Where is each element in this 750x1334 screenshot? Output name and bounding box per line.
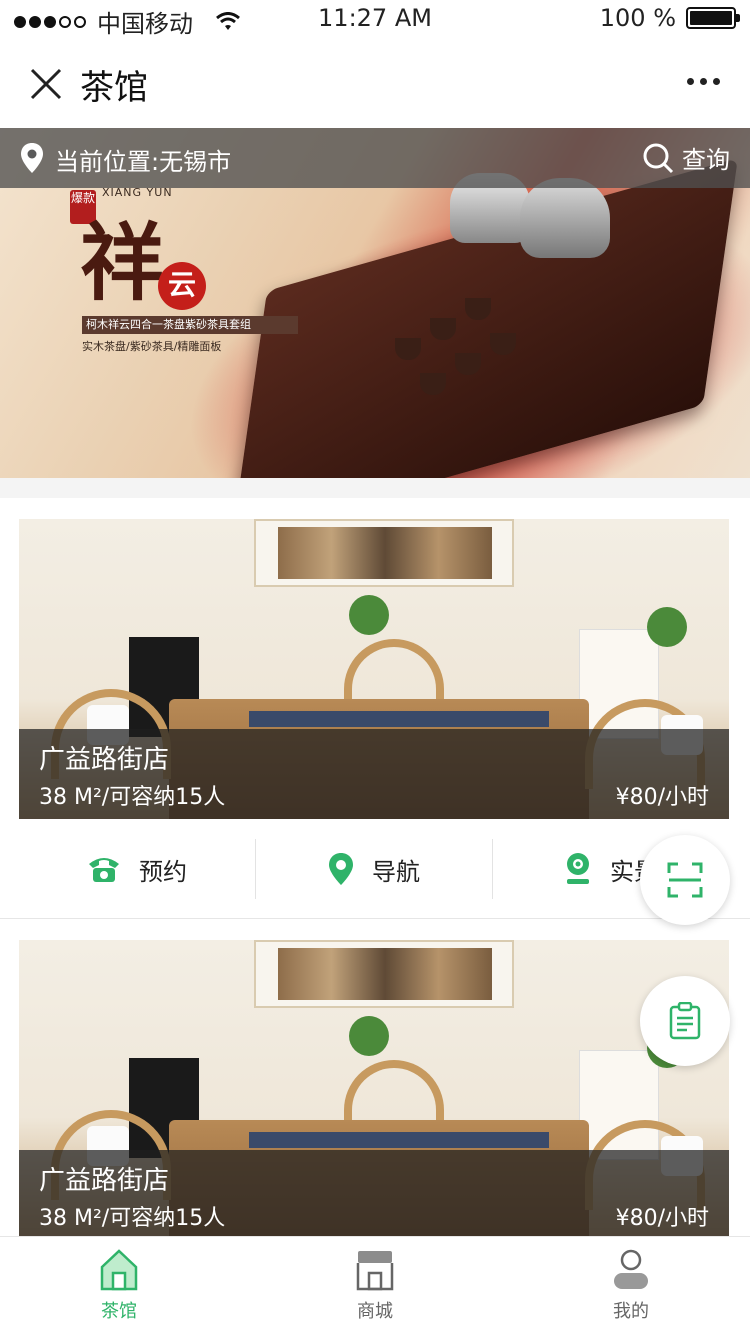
tab-mall[interactable]: 商城	[305, 1249, 445, 1334]
navigate-button[interactable]: 导航	[256, 839, 492, 899]
tab-bar: 茶馆 商城 我的	[0, 1236, 750, 1334]
battery-percent: 100 %	[599, 4, 676, 32]
store-info-overlay: 广益路街店 38 M²/可容纳15人 ¥80/小时	[19, 729, 729, 819]
page-title: 茶馆	[80, 68, 148, 108]
close-icon[interactable]	[26, 64, 66, 104]
navigate-label: 导航	[372, 857, 420, 886]
store-name: 广益路街店	[39, 745, 170, 775]
more-icon[interactable]	[681, 78, 720, 85]
tab-label: 茶馆	[101, 1301, 137, 1322]
shop-icon	[356, 1251, 394, 1291]
reserve-button[interactable]: 预约	[19, 839, 255, 899]
scan-button[interactable]	[640, 835, 730, 925]
location-bar: 当前位置:无锡市 查询	[0, 128, 750, 188]
camera-pin-icon	[567, 853, 589, 884]
store-photo[interactable]: 广益路街店 38 M²/可容纳15人 ¥80/小时	[19, 940, 729, 1236]
phone-icon	[89, 858, 119, 882]
store-price: ¥80/小时	[615, 785, 709, 810]
search-label: 查询	[682, 146, 730, 174]
brand-logo: 爆款 XIANG YUN 祥 云 柯木祥云四合一茶盘紫砂茶具套组 实木茶盘/紫砂…	[70, 186, 300, 386]
store-name: 广益路街店	[39, 1166, 170, 1196]
battery-icon	[686, 7, 740, 29]
clipboard-icon	[669, 1002, 701, 1040]
store-capacity: 38 M²/可容纳15人	[39, 1206, 226, 1231]
section-divider	[0, 478, 750, 498]
tab-teahouse[interactable]: 茶馆	[49, 1249, 189, 1334]
user-icon	[614, 1249, 648, 1289]
brand-tagline: 柯木祥云四合一茶盘紫砂茶具套组	[82, 316, 298, 334]
brand-circle-char: 云	[158, 262, 206, 310]
brand-subtitle: 实木茶盘/紫砂茶具/精雕面板	[82, 340, 222, 353]
location-pin-icon	[329, 853, 353, 885]
store-price: ¥80/小时	[615, 1206, 709, 1231]
location-pin-icon	[21, 143, 43, 173]
current-location[interactable]: 当前位置:无锡市	[55, 142, 231, 177]
scan-icon	[667, 862, 703, 898]
tab-mine[interactable]: 我的	[561, 1249, 701, 1334]
nav-bar: 茶馆	[0, 40, 750, 128]
store-info-overlay: 广益路街店 38 M²/可容纳15人 ¥80/小时	[19, 1150, 729, 1236]
search-button[interactable]: 查询	[642, 140, 730, 175]
reserve-label: 预约	[139, 857, 187, 886]
status-bar: 中国移动 11:27 AM 100 %	[0, 0, 750, 40]
tab-label: 我的	[613, 1301, 649, 1322]
house-icon	[100, 1249, 138, 1291]
battery-info: 100 %	[599, 4, 740, 32]
store-photo[interactable]: 广益路街店 38 M²/可容纳15人 ¥80/小时	[19, 519, 729, 819]
tab-label: 商城	[357, 1301, 393, 1322]
brand-main-char: 祥	[80, 213, 165, 312]
store-capacity: 38 M²/可容纳15人	[39, 785, 226, 810]
search-icon	[643, 143, 674, 173]
orders-button[interactable]	[640, 976, 730, 1066]
store-actions: 预约 导航 实景	[0, 819, 750, 919]
